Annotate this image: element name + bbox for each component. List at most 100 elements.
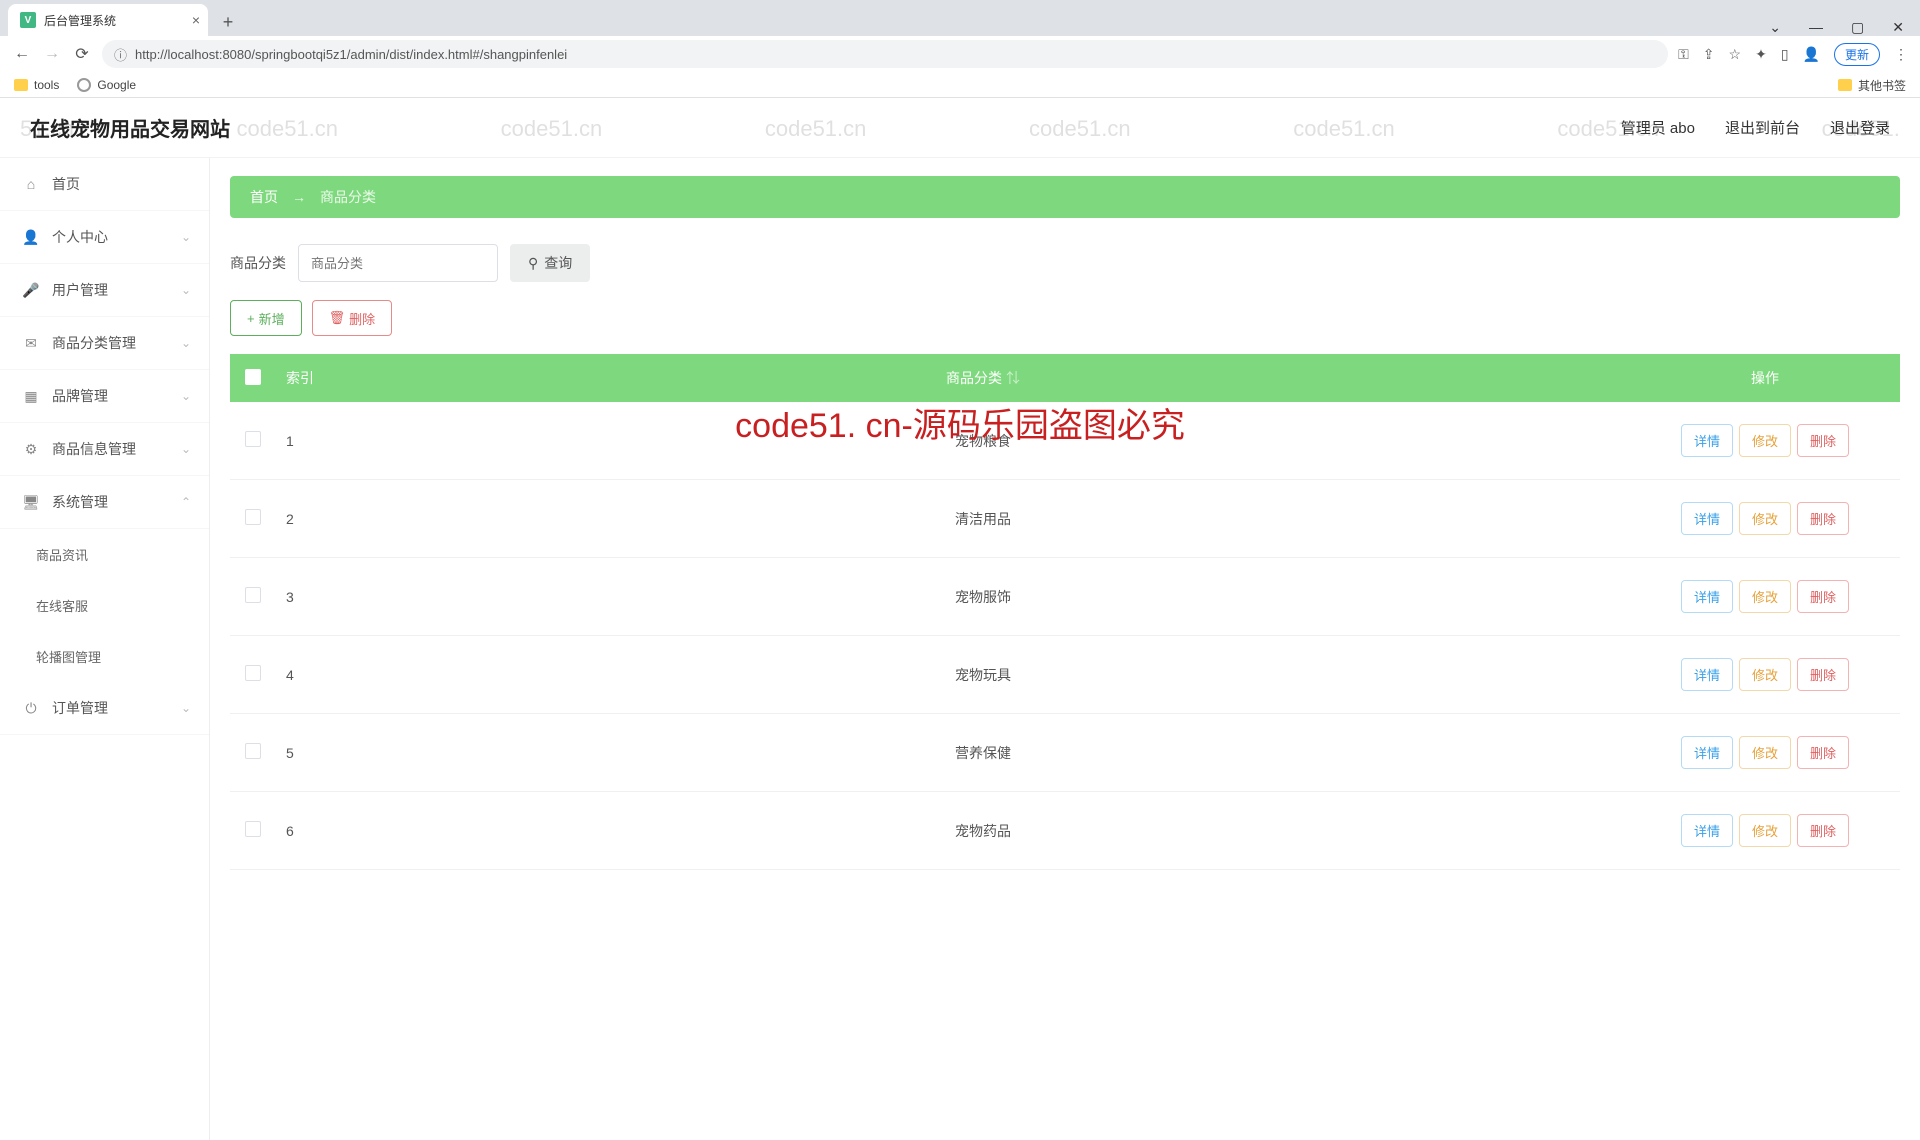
detail-button[interactable]: 详情 [1681,736,1733,769]
app-header: 在线宠物用品交易网站 管理员 abo 退出到前台 退出登录 [0,98,1920,158]
row-checkbox[interactable] [245,587,261,603]
chevron-down-icon: ⌄ [181,336,191,350]
search-label: 商品分类 [230,253,286,273]
url-input[interactable]: ⓘ http://localhost:8080/springbootqi5z1/… [102,40,1668,68]
edit-button[interactable]: 修改 [1739,814,1791,847]
extensions-icon[interactable]: ✦ [1755,46,1767,63]
main-content: 首页 → 商品分类 商品分类 ⚲ 查询 +新增 🗑删除 [210,158,1920,1140]
sidebar-item-category-mgmt[interactable]: ✉ 商品分类管理 ⌄ [0,317,209,370]
dropdown-icon[interactable]: ⌄ [1769,19,1781,36]
delete-button[interactable]: 🗑删除 [312,300,393,336]
detail-button[interactable]: 详情 [1681,814,1733,847]
row-delete-button[interactable]: 删除 [1797,502,1849,535]
forward-icon[interactable]: → [42,45,62,63]
sidebar-item-home[interactable]: ⌂ 首页 [0,158,209,211]
logout-link[interactable]: 退出登录 [1830,117,1890,138]
share-icon[interactable]: ⇪ [1703,46,1715,63]
edit-button[interactable]: 修改 [1739,424,1791,457]
search-input[interactable] [298,244,498,282]
bookmark-tools[interactable]: tools [14,78,59,92]
reload-icon[interactable]: ⟳ [72,44,92,64]
key-icon[interactable]: ⚿ [1678,46,1689,63]
sidebar-item-product-info[interactable]: ⚙ 商品信息管理 ⌄ [0,423,209,476]
row-checkbox[interactable] [245,743,261,759]
info-icon: ⓘ [114,45,127,64]
header-index: 索引 [276,354,336,402]
edit-button[interactable]: 修改 [1739,580,1791,613]
close-window-icon[interactable]: ✕ [1892,19,1904,36]
browser-tab[interactable]: V 后台管理系统 × [8,4,208,36]
table-row: 5营养保健详情修改删除 [230,714,1900,792]
header-ops: 操作 [1630,354,1900,402]
sidebar-item-personal[interactable]: 👤 个人中心 ⌄ [0,211,209,264]
row-delete-button[interactable]: 删除 [1797,736,1849,769]
new-tab-button[interactable]: + [214,8,242,36]
sidebar-item-users[interactable]: 🎤 用户管理 ⌄ [0,264,209,317]
exit-front-link[interactable]: 退出到前台 [1725,117,1800,138]
edit-button[interactable]: 修改 [1739,658,1791,691]
cell-index: 3 [276,558,336,636]
detail-button[interactable]: 详情 [1681,580,1733,613]
edit-button[interactable]: 修改 [1739,502,1791,535]
add-button[interactable]: +新增 [230,300,302,336]
bookmark-google[interactable]: Google [77,78,136,92]
power-icon: ⏻ [22,699,40,717]
checkbox-all[interactable] [245,369,261,385]
table-row: 6宠物药品详情修改删除 [230,792,1900,870]
address-bar: ← → ⟳ ⓘ http://localhost:8080/springboot… [0,36,1920,72]
detail-button[interactable]: 详情 [1681,658,1733,691]
bookmark-others[interactable]: 其他书签 [1838,77,1906,94]
row-checkbox[interactable] [245,509,261,525]
sidebar-sub-service[interactable]: 在线客服 [0,580,209,631]
admin-label[interactable]: 管理员 abo [1621,117,1695,138]
chevron-up-icon: ⌃ [181,495,191,509]
search-icon: ⚲ [528,255,538,272]
sidebar-sub-carousel[interactable]: 轮播图管理 [0,631,209,682]
detail-button[interactable]: 详情 [1681,502,1733,535]
row-delete-button[interactable]: 删除 [1797,814,1849,847]
browser-chrome: V 后台管理系统 × + ⌄ — ▢ ✕ ← → ⟳ ⓘ http://loca… [0,0,1920,98]
star-icon[interactable]: ☆ [1729,46,1742,63]
action-row: +新增 🗑删除 [230,300,1900,336]
header-category[interactable]: 商品分类 ⇅ [336,354,1630,402]
vue-icon: V [20,12,36,28]
sidebar-item-system[interactable]: 🖥 系统管理 ⌃ [0,476,209,529]
row-delete-button[interactable]: 删除 [1797,658,1849,691]
sidebar-item-brand[interactable]: ▦ 品牌管理 ⌄ [0,370,209,423]
row-delete-button[interactable]: 删除 [1797,424,1849,457]
trash-icon: 🗑 [329,310,346,326]
cell-index: 5 [276,714,336,792]
breadcrumb-home[interactable]: 首页 [250,187,278,207]
update-button[interactable]: 更新 [1834,43,1880,66]
row-checkbox[interactable] [245,821,261,837]
folder-icon [1838,79,1852,91]
search-button[interactable]: ⚲ 查询 [510,244,590,282]
row-delete-button[interactable]: 删除 [1797,580,1849,613]
table-row: 1宠物粮食详情修改删除 [230,402,1900,480]
close-icon[interactable]: × [192,12,200,28]
sidebar-item-orders[interactable]: ⏻ 订单管理 ⌄ [0,682,209,735]
detail-button[interactable]: 详情 [1681,424,1733,457]
row-checkbox[interactable] [245,665,261,681]
minimize-icon[interactable]: — [1809,19,1823,36]
home-icon: ⌂ [22,175,40,193]
row-checkbox[interactable] [245,431,261,447]
edit-button[interactable]: 修改 [1739,736,1791,769]
panel-icon[interactable]: ▯ [1781,46,1789,63]
sort-icon: ⇅ [1006,370,1020,386]
back-icon[interactable]: ← [12,45,32,63]
chrome-icon [77,78,91,92]
chevron-down-icon: ⌄ [181,283,191,297]
profile-icon[interactable]: 👤 [1803,46,1820,63]
menu-icon[interactable]: ⋮ [1894,46,1908,63]
sidebar-sub-news[interactable]: 商品资讯 [0,529,209,580]
chevron-down-icon: ⌄ [181,442,191,456]
user-icon: 👤 [22,228,40,246]
url-text: http://localhost:8080/springbootqi5z1/ad… [135,47,567,62]
sidebar: ⌂ 首页 👤 个人中心 ⌄ 🎤 用户管理 ⌄ ✉ 商品分类管理 ⌄ ▦ 品牌管理 [0,158,210,1140]
cell-category: 宠物药品 [336,792,1630,870]
header-checkbox-col [230,354,276,402]
monitor-icon: 🖥 [22,493,40,511]
chevron-down-icon: ⌄ [181,701,191,715]
maximize-icon[interactable]: ▢ [1851,19,1864,36]
